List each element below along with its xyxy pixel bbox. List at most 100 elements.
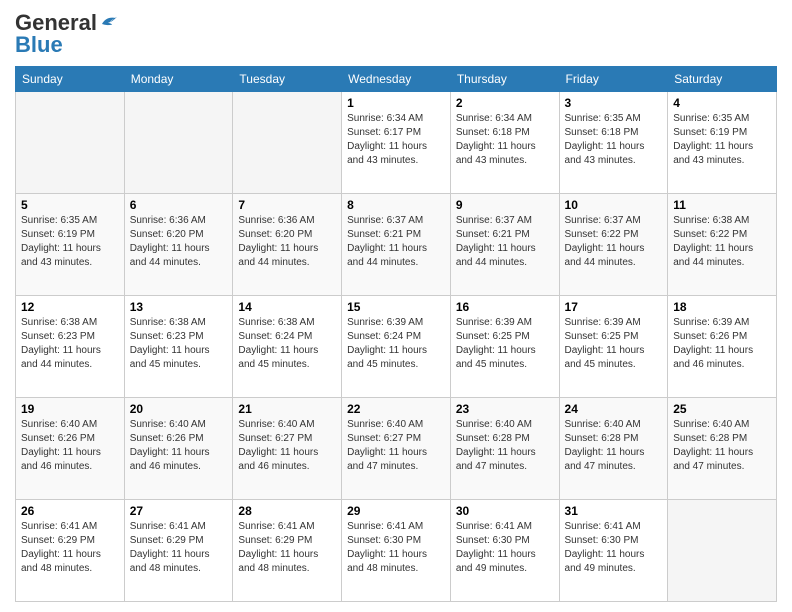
calendar-cell bbox=[233, 92, 342, 194]
calendar-cell: 22 Sunrise: 6:40 AM Sunset: 6:27 PM Dayli… bbox=[342, 398, 451, 500]
header: General Blue bbox=[15, 10, 777, 58]
calendar-cell: 17 Sunrise: 6:39 AM Sunset: 6:25 PM Dayli… bbox=[559, 296, 668, 398]
calendar-cell: 2 Sunrise: 6:34 AM Sunset: 6:18 PM Daylig… bbox=[450, 92, 559, 194]
day-number: 7 bbox=[238, 198, 336, 212]
calendar-header-wednesday: Wednesday bbox=[342, 67, 451, 92]
day-number: 19 bbox=[21, 402, 119, 416]
day-info: Sunrise: 6:39 AM Sunset: 6:25 PM Dayligh… bbox=[565, 316, 663, 372]
day-number: 17 bbox=[565, 300, 663, 314]
day-number: 18 bbox=[673, 300, 771, 314]
day-number: 4 bbox=[673, 96, 771, 110]
day-number: 22 bbox=[347, 402, 445, 416]
day-number: 5 bbox=[21, 198, 119, 212]
calendar-cell: 28 Sunrise: 6:41 AM Sunset: 6:29 PM Dayli… bbox=[233, 500, 342, 602]
day-number: 28 bbox=[238, 504, 336, 518]
calendar-cell: 8 Sunrise: 6:37 AM Sunset: 6:21 PM Daylig… bbox=[342, 194, 451, 296]
day-number: 9 bbox=[456, 198, 554, 212]
calendar-cell: 4 Sunrise: 6:35 AM Sunset: 6:19 PM Daylig… bbox=[668, 92, 777, 194]
day-info: Sunrise: 6:35 AM Sunset: 6:18 PM Dayligh… bbox=[565, 112, 663, 168]
calendar-cell: 12 Sunrise: 6:38 AM Sunset: 6:23 PM Dayli… bbox=[16, 296, 125, 398]
calendar-cell: 13Sunrise: 6:38 AM Sunset: 6:23 PM Dayli… bbox=[124, 296, 233, 398]
calendar-header-monday: Monday bbox=[124, 67, 233, 92]
calendar-cell: 10 Sunrise: 6:37 AM Sunset: 6:22 PM Dayli… bbox=[559, 194, 668, 296]
day-number: 3 bbox=[565, 96, 663, 110]
day-info: Sunrise: 6:39 AM Sunset: 6:25 PM Dayligh… bbox=[456, 316, 554, 372]
day-info: Sunrise: 6:35 AM Sunset: 6:19 PM Dayligh… bbox=[673, 112, 771, 168]
logo-bird-icon bbox=[99, 12, 117, 30]
calendar-cell: 31 Sunrise: 6:41 AM Sunset: 6:30 PM Dayli… bbox=[559, 500, 668, 602]
day-info: Sunrise: 6:40 AM Sunset: 6:28 PM Dayligh… bbox=[673, 418, 771, 474]
day-info: Sunrise: 6:37 AM Sunset: 6:21 PM Dayligh… bbox=[456, 214, 554, 270]
day-info: Sunrise: 6:36 AM Sunset: 6:20 PM Dayligh… bbox=[238, 214, 336, 270]
day-number: 27 bbox=[130, 504, 228, 518]
day-info: Sunrise: 6:37 AM Sunset: 6:21 PM Dayligh… bbox=[347, 214, 445, 270]
day-info: Sunrise: 6:40 AM Sunset: 6:27 PM Dayligh… bbox=[238, 418, 336, 474]
day-info: Sunrise: 6:40 AM Sunset: 6:28 PM Dayligh… bbox=[456, 418, 554, 474]
calendar-cell bbox=[668, 500, 777, 602]
calendar-week-row-3: 19 Sunrise: 6:40 AM Sunset: 6:26 PM Dayli… bbox=[16, 398, 777, 500]
calendar-cell: 16 Sunrise: 6:39 AM Sunset: 6:25 PM Dayli… bbox=[450, 296, 559, 398]
day-number: 13 bbox=[130, 300, 228, 314]
day-number: 20 bbox=[130, 402, 228, 416]
calendar-cell: 19 Sunrise: 6:40 AM Sunset: 6:26 PM Dayli… bbox=[16, 398, 125, 500]
calendar-cell: 3 Sunrise: 6:35 AM Sunset: 6:18 PM Daylig… bbox=[559, 92, 668, 194]
calendar-cell: 21Sunrise: 6:40 AM Sunset: 6:27 PM Dayli… bbox=[233, 398, 342, 500]
calendar-cell: 24 Sunrise: 6:40 AM Sunset: 6:28 PM Dayli… bbox=[559, 398, 668, 500]
day-number: 31 bbox=[565, 504, 663, 518]
day-info: Sunrise: 6:41 AM Sunset: 6:30 PM Dayligh… bbox=[456, 520, 554, 576]
day-info: Sunrise: 6:34 AM Sunset: 6:17 PM Dayligh… bbox=[347, 112, 445, 168]
calendar-cell: 30 Sunrise: 6:41 AM Sunset: 6:30 PM Dayli… bbox=[450, 500, 559, 602]
calendar-cell: 23 Sunrise: 6:40 AM Sunset: 6:28 PM Dayli… bbox=[450, 398, 559, 500]
day-info: Sunrise: 6:41 AM Sunset: 6:30 PM Dayligh… bbox=[565, 520, 663, 576]
calendar-cell: 7 Sunrise: 6:36 AM Sunset: 6:20 PM Daylig… bbox=[233, 194, 342, 296]
calendar-cell: 5 Sunrise: 6:35 AM Sunset: 6:19 PM Daylig… bbox=[16, 194, 125, 296]
day-info: Sunrise: 6:41 AM Sunset: 6:30 PM Dayligh… bbox=[347, 520, 445, 576]
calendar-cell: 15Sunrise: 6:39 AM Sunset: 6:24 PM Dayli… bbox=[342, 296, 451, 398]
calendar-table: SundayMondayTuesdayWednesdayThursdayFrid… bbox=[15, 66, 777, 602]
calendar-cell: 6 Sunrise: 6:36 AM Sunset: 6:20 PM Daylig… bbox=[124, 194, 233, 296]
day-number: 15 bbox=[347, 300, 445, 314]
day-info: Sunrise: 6:37 AM Sunset: 6:22 PM Dayligh… bbox=[565, 214, 663, 270]
calendar-cell: 27Sunrise: 6:41 AM Sunset: 6:29 PM Dayli… bbox=[124, 500, 233, 602]
calendar-header-saturday: Saturday bbox=[668, 67, 777, 92]
calendar-header-friday: Friday bbox=[559, 67, 668, 92]
day-number: 23 bbox=[456, 402, 554, 416]
logo: General Blue bbox=[15, 10, 117, 58]
day-number: 1 bbox=[347, 96, 445, 110]
page: General Blue SundayMondayTuesdayWednesda… bbox=[0, 0, 792, 612]
calendar-header-thursday: Thursday bbox=[450, 67, 559, 92]
day-number: 24 bbox=[565, 402, 663, 416]
day-number: 12 bbox=[21, 300, 119, 314]
day-info: Sunrise: 6:38 AM Sunset: 6:24 PM Dayligh… bbox=[238, 316, 336, 372]
calendar-cell: 20Sunrise: 6:40 AM Sunset: 6:26 PM Dayli… bbox=[124, 398, 233, 500]
calendar-cell bbox=[16, 92, 125, 194]
calendar-cell: 14Sunrise: 6:38 AM Sunset: 6:24 PM Dayli… bbox=[233, 296, 342, 398]
calendar-cell: 9 Sunrise: 6:37 AM Sunset: 6:21 PM Daylig… bbox=[450, 194, 559, 296]
day-number: 30 bbox=[456, 504, 554, 518]
calendar-week-row-4: 26 Sunrise: 6:41 AM Sunset: 6:29 PM Dayli… bbox=[16, 500, 777, 602]
calendar-week-row-1: 5 Sunrise: 6:35 AM Sunset: 6:19 PM Daylig… bbox=[16, 194, 777, 296]
day-number: 8 bbox=[347, 198, 445, 212]
day-info: Sunrise: 6:41 AM Sunset: 6:29 PM Dayligh… bbox=[238, 520, 336, 576]
calendar-cell: 25 Sunrise: 6:40 AM Sunset: 6:28 PM Dayli… bbox=[668, 398, 777, 500]
day-info: Sunrise: 6:40 AM Sunset: 6:26 PM Dayligh… bbox=[21, 418, 119, 474]
day-info: Sunrise: 6:34 AM Sunset: 6:18 PM Dayligh… bbox=[456, 112, 554, 168]
day-info: Sunrise: 6:40 AM Sunset: 6:27 PM Dayligh… bbox=[347, 418, 445, 474]
calendar-cell: 1 Sunrise: 6:34 AM Sunset: 6:17 PM Daylig… bbox=[342, 92, 451, 194]
calendar-header-sunday: Sunday bbox=[16, 67, 125, 92]
day-number: 29 bbox=[347, 504, 445, 518]
day-info: Sunrise: 6:41 AM Sunset: 6:29 PM Dayligh… bbox=[21, 520, 119, 576]
day-info: Sunrise: 6:38 AM Sunset: 6:23 PM Dayligh… bbox=[21, 316, 119, 372]
calendar-cell: 26 Sunrise: 6:41 AM Sunset: 6:29 PM Dayli… bbox=[16, 500, 125, 602]
day-info: Sunrise: 6:40 AM Sunset: 6:28 PM Dayligh… bbox=[565, 418, 663, 474]
day-number: 16 bbox=[456, 300, 554, 314]
calendar-header-row: SundayMondayTuesdayWednesdayThursdayFrid… bbox=[16, 67, 777, 92]
day-number: 6 bbox=[130, 198, 228, 212]
day-info: Sunrise: 6:36 AM Sunset: 6:20 PM Dayligh… bbox=[130, 214, 228, 270]
day-number: 10 bbox=[565, 198, 663, 212]
calendar-header-tuesday: Tuesday bbox=[233, 67, 342, 92]
day-number: 2 bbox=[456, 96, 554, 110]
day-info: Sunrise: 6:35 AM Sunset: 6:19 PM Dayligh… bbox=[21, 214, 119, 270]
day-number: 25 bbox=[673, 402, 771, 416]
day-number: 26 bbox=[21, 504, 119, 518]
